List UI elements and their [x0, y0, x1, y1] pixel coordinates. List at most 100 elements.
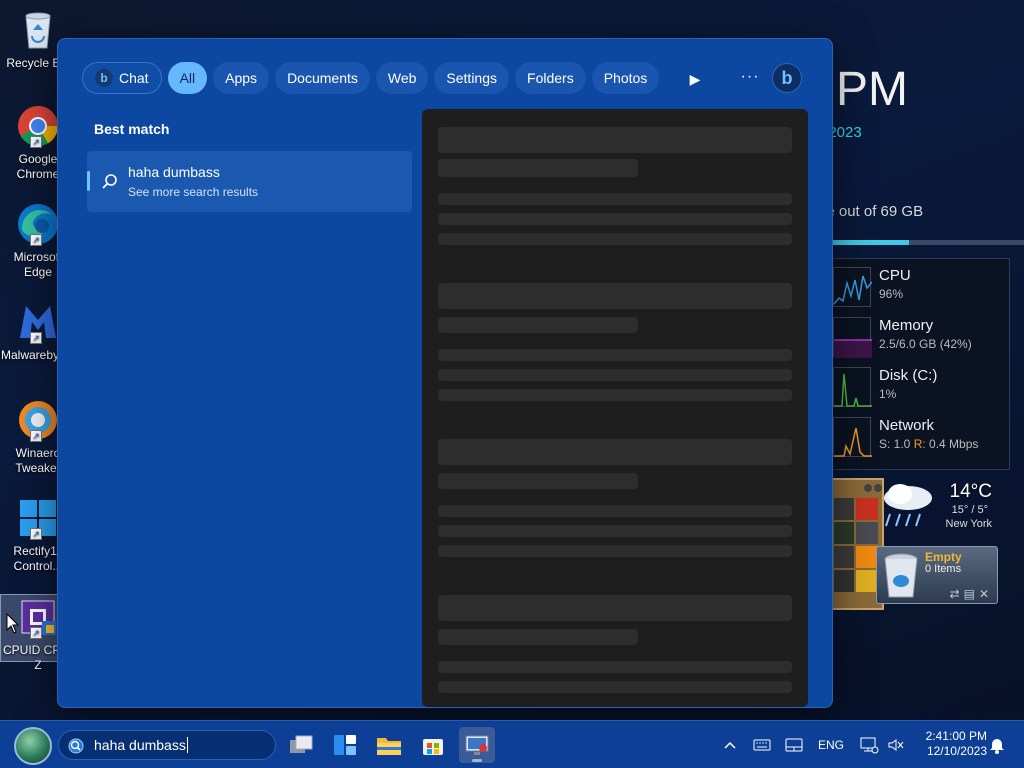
skeleton-line [438, 545, 792, 557]
perf-name: Memory [879, 317, 934, 334]
notifications-button[interactable] [986, 721, 1008, 768]
malwarebytes-icon: ↗ [16, 300, 60, 344]
best-match-heading: Best match [94, 121, 170, 137]
bing-icon[interactable]: b [772, 63, 802, 93]
network-button[interactable] [856, 721, 882, 768]
search-text: haha dumbass [94, 737, 186, 753]
skeleton-line [438, 213, 792, 225]
bell-icon [990, 739, 1004, 754]
filter-web[interactable]: Web [375, 62, 429, 94]
widgets-icon [334, 735, 356, 755]
network-receive-label: R: [913, 437, 926, 451]
chevron-up-icon [724, 741, 736, 749]
filter-label: Chat [119, 70, 149, 86]
filter-all[interactable]: All [167, 62, 208, 94]
weather-high-low: 15° / 5° [951, 504, 988, 516]
filter-chat[interactable]: b Chat [82, 62, 162, 94]
skeleton-line [438, 629, 638, 645]
recycle-bin-icon [16, 8, 60, 52]
perf-name: Disk (C:) [879, 367, 938, 384]
recycle-bin-icon [884, 553, 918, 598]
remote-desktop-button[interactable] [459, 727, 495, 763]
taskbar-clock[interactable]: 2:41:00 PM 12/10/2023 [915, 729, 987, 759]
task-view-icon [290, 735, 313, 753]
touchpad-icon [785, 738, 803, 752]
clock-time: 2:41:00 PM [925, 729, 987, 743]
shortcut-arrow-icon: ↗ [30, 136, 42, 148]
network-receive: 0.4 Mbps [925, 437, 979, 451]
shortcut-arrow-icon: ↗ [30, 234, 42, 246]
skeleton-line [438, 525, 792, 537]
skeleton-line [438, 233, 792, 245]
skeleton-line [438, 317, 638, 333]
skeleton-line [438, 159, 638, 177]
chrome-icon: ↗ [16, 104, 60, 148]
network-status-icon [860, 737, 879, 754]
shortcut-arrow-icon: ↗ [30, 627, 42, 639]
language-indicator[interactable]: ENG [814, 721, 848, 768]
desktop-icon-label: Google Chrome [16, 152, 60, 181]
shortcut-arrow-icon: ↗ [30, 528, 42, 540]
file-explorer-button[interactable] [371, 727, 407, 763]
taskbar: haha dumbass ENG 2:41:00 PM 12/10/2023 [0, 720, 1024, 768]
filter-settings[interactable]: Settings [434, 62, 510, 94]
volume-muted-icon [888, 739, 904, 751]
filter-label: Apps [225, 70, 258, 86]
desktop-icon-label: Microsoft Edge [13, 250, 63, 279]
show-hidden-icons-button[interactable] [720, 721, 740, 768]
edge-icon: ↗ [16, 202, 60, 246]
search-icon [68, 738, 84, 754]
filter-photos[interactable]: Photos [591, 62, 660, 94]
file-explorer-icon [377, 738, 401, 755]
skeleton-line [438, 283, 792, 309]
desktop-icon-label: Rectify11 Control... [13, 544, 63, 573]
more-options-icon[interactable]: ··· [738, 67, 762, 87]
storage-widget-fill [832, 240, 909, 245]
skeleton-line [438, 505, 792, 517]
memory-graph [833, 317, 872, 358]
search-panel: b Chat All Apps Documents Web Settings F… [57, 38, 833, 708]
touchpad-button[interactable] [782, 721, 806, 768]
clock-widget-time: PM [836, 63, 908, 116]
perf-row-network: Network S: 1.0 R: 0.4 Mbps [831, 409, 1011, 459]
disk-graph [833, 367, 872, 407]
perf-row-cpu: CPU 96% [831, 259, 1011, 309]
remote-desktop-icon [465, 735, 489, 755]
skeleton-line [438, 389, 792, 401]
rectify11-icon: ↗ [16, 496, 60, 540]
skeleton-line [438, 369, 792, 381]
network-graph [833, 417, 872, 457]
taskbar-search-value[interactable]: haha dumbass [94, 737, 188, 753]
skeleton-line [438, 681, 792, 693]
keyboard-icon [753, 739, 771, 751]
best-match-result[interactable]: haha dumbass See more search results [87, 151, 412, 212]
text-caret [186, 737, 188, 753]
start-button[interactable] [14, 727, 52, 765]
skeleton-line [438, 595, 792, 621]
recycle-bin-controls[interactable]: ⇄▤✕ [950, 587, 993, 601]
recycle-bin-gadget[interactable]: Empty 0 Items ⇄▤✕ [876, 546, 998, 604]
skeleton-line [438, 127, 792, 153]
play-icon[interactable]: ▶ [685, 69, 705, 89]
perf-value: S: 1.0 R: 0.4 Mbps [879, 437, 978, 451]
search-filter-bar: b Chat All Apps Documents Web Settings F… [82, 62, 660, 96]
filter-documents[interactable]: Documents [275, 62, 370, 94]
skeleton-line [438, 193, 792, 205]
keyboard-button[interactable] [750, 721, 774, 768]
microsoft-store-icon [423, 739, 443, 755]
preview-pane [422, 109, 808, 707]
filter-apps[interactable]: Apps [213, 62, 270, 94]
widgets-button[interactable] [327, 727, 363, 763]
filter-label: Web [387, 70, 417, 86]
microsoft-store-button[interactable] [415, 727, 451, 763]
filter-folders[interactable]: Folders [515, 62, 586, 94]
skeleton-line [438, 473, 638, 489]
weather-gadget[interactable]: 14°C 15° / 5° New York [880, 478, 1000, 538]
best-match-title: haha dumbass [128, 164, 220, 180]
weather-temperature: 14°C [949, 481, 992, 502]
volume-button[interactable] [884, 721, 908, 768]
task-view-button[interactable] [283, 727, 319, 763]
perf-row-disk: Disk (C:) 1% [831, 359, 1011, 409]
clock-date: 12/10/2023 [926, 744, 987, 758]
taskbar-search-box[interactable]: haha dumbass [58, 730, 276, 760]
